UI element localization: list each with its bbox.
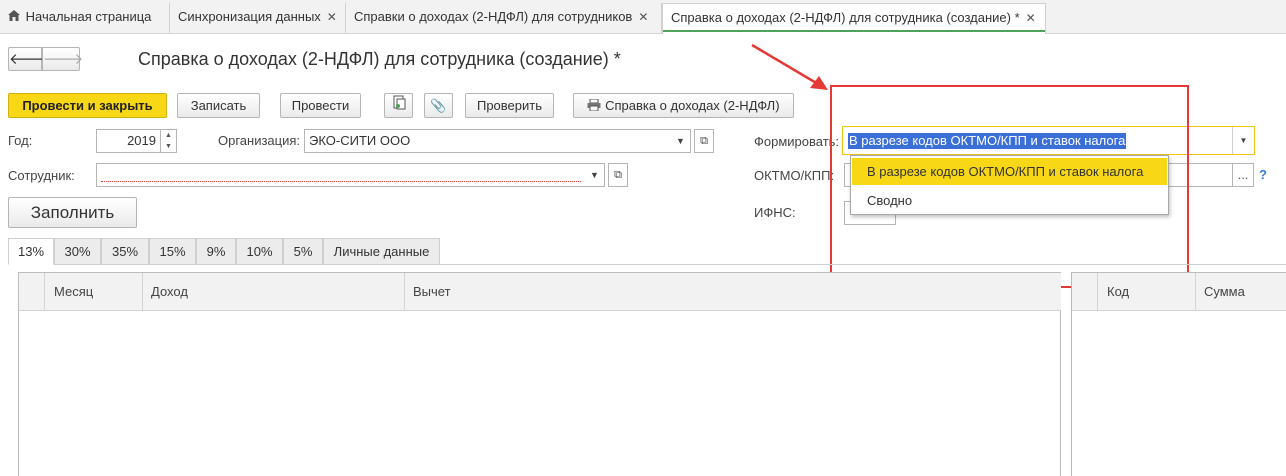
open-icon: ⧉ [700,135,708,147]
post-button[interactable]: Провести [280,93,361,118]
income-table[interactable]: Месяц Доход Вычет [18,272,1061,476]
check-button[interactable]: Проверить [465,93,554,118]
fill-button[interactable]: Заполнить [8,197,137,228]
employee-dropdown-button[interactable]: ▼ [585,163,605,187]
ifns-label: ИФНС: [754,205,796,220]
help-icon[interactable]: ? [1259,167,1267,182]
year-field[interactable]: 2019 [96,129,161,153]
close-icon[interactable]: ✕ [327,10,337,24]
tab-strip-line [440,264,1286,265]
document-icon [392,95,406,113]
organization-dropdown-button[interactable]: ▼ [671,129,691,153]
ellipsis-icon: ... [1237,167,1249,182]
year-stepper[interactable]: ▲ ▼ [160,129,177,153]
tab-bar: Начальная страница Синхронизация данных ✕… [0,0,1286,34]
tab-reports-list[interactable]: Справки о доходах (2-НДФЛ) для сотрудник… [346,3,662,33]
printer-icon [587,98,605,113]
close-icon[interactable]: ✕ [638,10,648,24]
forward-button[interactable]: 🡒 [42,47,84,71]
tab-personal-data[interactable]: Личные данные [323,238,440,265]
deduction-codes-table[interactable]: Код Сумма [1071,272,1286,476]
oktmo-label: ОКТМО/КПП: [754,168,835,183]
close-icon[interactable]: ✕ [1026,11,1036,25]
oktmo-select-button[interactable]: ... [1232,163,1254,187]
annotation-arrow-icon [751,43,828,90]
chevron-down-icon[interactable]: ▼ [1232,127,1254,154]
table-row-marker-header [19,273,45,311]
tab-rate-10[interactable]: 10% [236,238,283,265]
organization-field[interactable]: ЭКО-СИТИ ООО [304,129,672,153]
tab-rate-30[interactable]: 30% [54,238,101,265]
save-button[interactable]: Записать [177,93,260,118]
tab-rate-9[interactable]: 9% [196,238,236,265]
column-header-month[interactable]: Месяц [45,273,143,311]
column-header-deduction[interactable]: Вычет [405,273,1061,311]
paperclip-icon: 📎 [430,98,447,113]
arrow-right-icon: 🡒 [43,51,84,68]
tab-home[interactable]: Начальная страница [0,3,170,33]
form-mode-label: Формировать: [754,134,840,149]
chevron-down-icon: ▼ [590,170,599,180]
home-icon [8,3,22,31]
organization-label: Организация: [218,133,301,148]
tab-report-create[interactable]: Справка о доходах (2-НДФЛ) для сотрудник… [662,3,1046,34]
open-icon: ⧉ [614,169,622,181]
chevron-down-icon: ▼ [676,136,685,146]
tab-rate-35[interactable]: 35% [101,238,149,265]
back-button[interactable]: 🡐 [8,47,49,71]
tab-rate-13[interactable]: 13% [8,238,54,265]
table-row-marker-header [1072,273,1098,311]
annotation-highlight-box [830,85,1189,288]
post-and-close-button[interactable]: Провести и закрыть [8,93,167,118]
tab-rate-15[interactable]: 15% [149,238,196,265]
attachments-button[interactable]: 📎 [424,93,453,118]
employee-open-button[interactable]: ⧉ [608,163,628,187]
column-header-code[interactable]: Код [1098,273,1196,311]
attach-doc-button[interactable] [384,93,413,118]
column-header-income[interactable]: Доход [143,273,405,311]
tab-sync[interactable]: Синхронизация данных ✕ [170,3,346,33]
organization-open-button[interactable]: ⧉ [694,129,714,153]
page-title: Справка о доходах (2-НДФЛ) для сотрудник… [138,49,621,69]
column-header-amount[interactable]: Сумма [1196,273,1286,311]
tab-rate-5[interactable]: 5% [283,238,323,265]
year-label: Год: [8,133,33,148]
required-underline [101,181,581,182]
employee-field[interactable] [96,163,586,187]
employee-label: Сотрудник: [8,168,75,183]
